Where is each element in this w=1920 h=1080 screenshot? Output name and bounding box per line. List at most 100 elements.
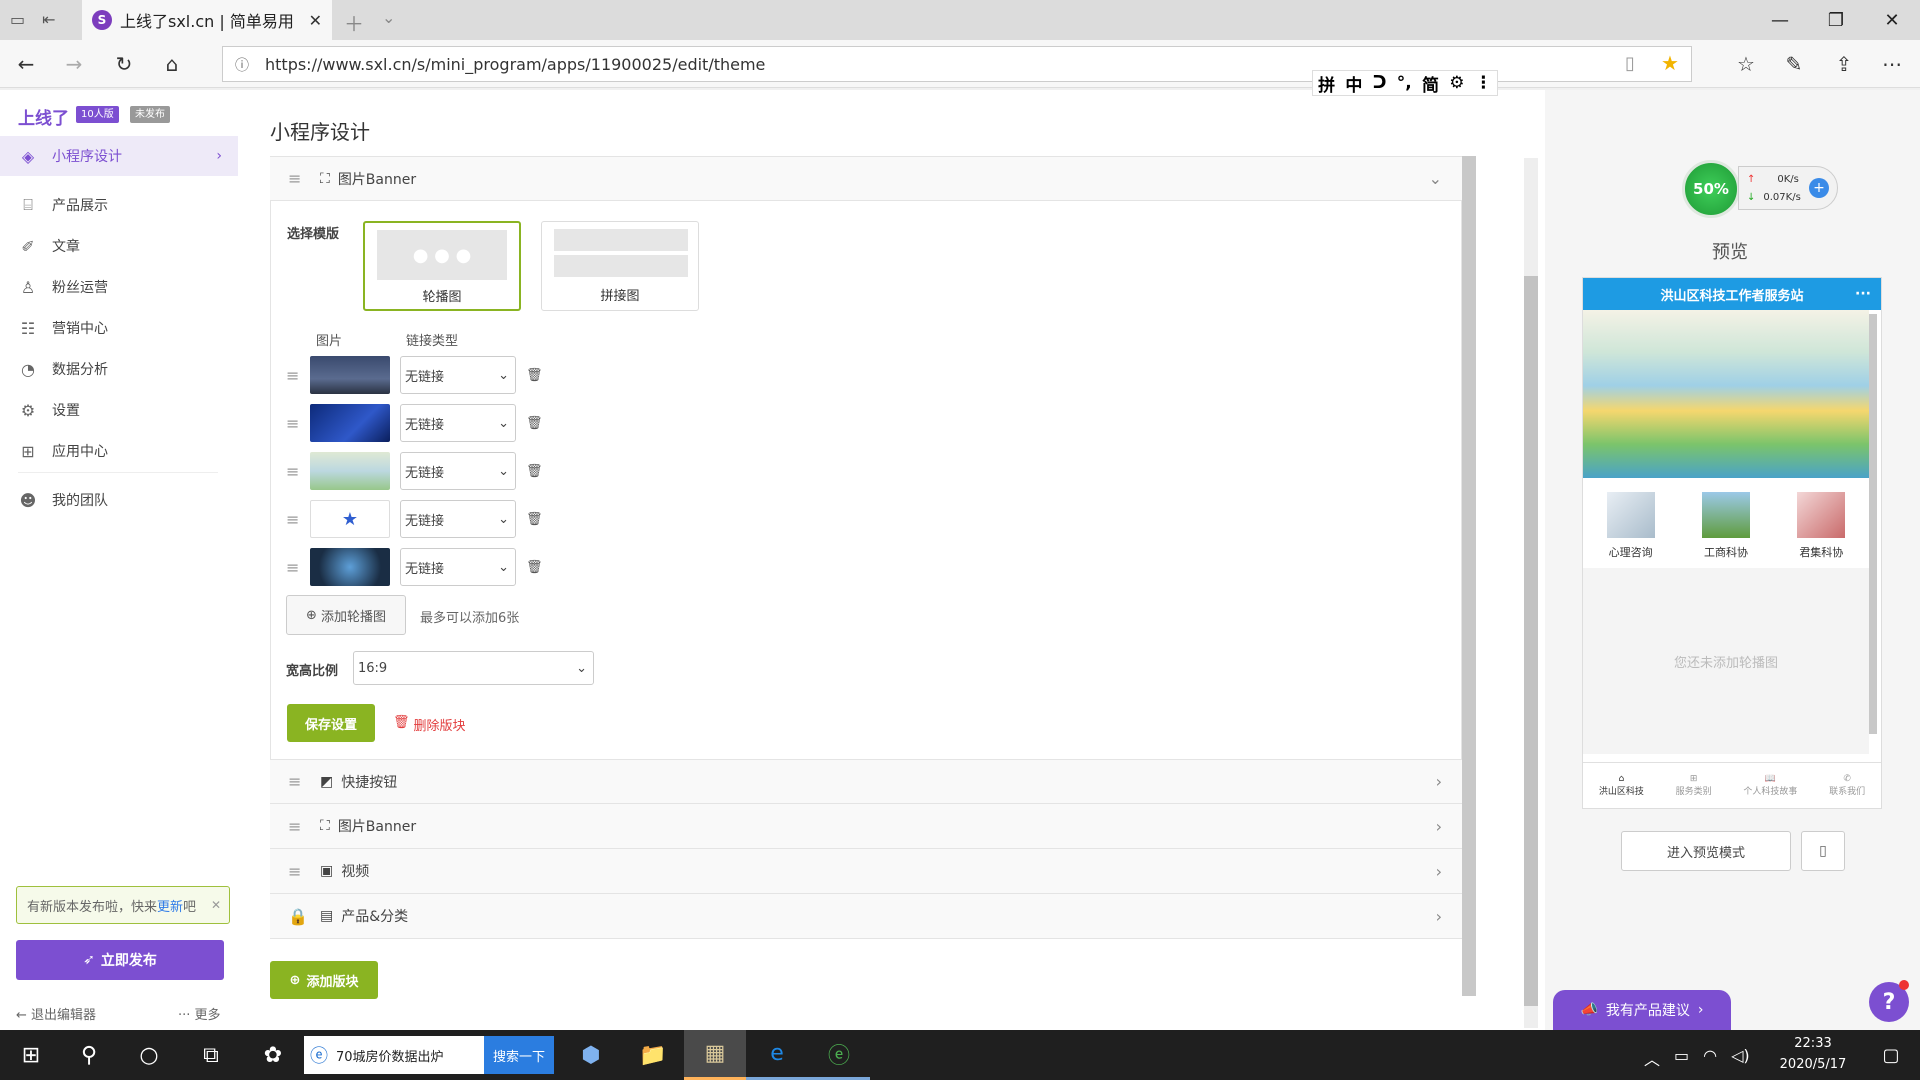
- link-type-select[interactable]: 无链接 ⌄: [400, 356, 516, 394]
- ime-button[interactable]: 中: [1345, 71, 1362, 96]
- update-link[interactable]: 更新: [157, 896, 183, 915]
- ime-button[interactable]: 简: [1422, 71, 1439, 96]
- drag-handle-icon[interactable]: ≡: [288, 772, 306, 791]
- tab-list-icon[interactable]: ⌄: [382, 8, 395, 27]
- close-notice-icon[interactable]: ✕: [211, 898, 221, 912]
- drag-handle-icon[interactable]: ≡: [286, 558, 300, 577]
- link-type-select[interactable]: 无链接 ⌄: [400, 404, 516, 442]
- template-carousel[interactable]: ● ● ● 轮播图: [363, 221, 521, 311]
- trash-icon[interactable]: 🗑: [526, 416, 543, 431]
- sidebar-item-marketing[interactable]: ☷ 营销中心: [0, 308, 238, 348]
- tab-actions-icon[interactable]: ▭: [10, 10, 25, 29]
- sidebar-item-apps[interactable]: ⊞ 应用中心: [0, 431, 238, 471]
- trash-icon[interactable]: 🗑: [526, 560, 543, 575]
- banner-thumbnail[interactable]: ★: [310, 500, 390, 538]
- banner-thumbnail[interactable]: [310, 548, 390, 586]
- drag-handle-icon[interactable]: ≡: [286, 414, 300, 433]
- close-window-icon[interactable]: ✕: [1864, 0, 1920, 40]
- phone-tab[interactable]: ⊞ 服务类别: [1676, 774, 1712, 797]
- browser-360-icon[interactable]: ⓔ: [808, 1030, 870, 1080]
- block-video[interactable]: ≡ ▣ 视频 ›: [270, 849, 1462, 894]
- mobile-qr-button[interactable]: ▯: [1801, 831, 1845, 871]
- block-quick-buttons[interactable]: ≡ ◩ 快捷按钮 ›: [270, 759, 1462, 804]
- cortana-icon[interactable]: ○: [118, 1030, 180, 1080]
- link-type-select[interactable]: 无链接 ⌄: [400, 500, 516, 538]
- speed-widget[interactable]: 50%: [1682, 160, 1740, 218]
- banner-thumbnail[interactable]: [310, 452, 390, 490]
- app-icon[interactable]: ⬢: [560, 1030, 622, 1080]
- page-scrollbar-thumb[interactable]: [1524, 276, 1538, 1006]
- enter-preview-button[interactable]: 进入预览模式: [1621, 831, 1791, 871]
- phone-banner-image[interactable]: [1583, 310, 1869, 478]
- notes-icon[interactable]: ✎: [1772, 40, 1816, 88]
- trash-icon[interactable]: 🗑: [526, 464, 543, 479]
- phone-scrollbar[interactable]: [1869, 314, 1877, 734]
- drag-handle-icon[interactable]: ≡: [288, 169, 306, 188]
- page-scrollbar-track[interactable]: [1524, 158, 1538, 1028]
- windows-start-icon[interactable]: ⊞: [0, 1030, 62, 1080]
- add-carousel-button[interactable]: ⊕ 添加轮播图: [286, 595, 406, 635]
- drag-handle-icon[interactable]: ≡: [288, 862, 306, 881]
- refresh-icon[interactable]: ↻: [102, 40, 146, 88]
- sidebar-item-team[interactable]: ☻ 我的团队: [0, 480, 238, 520]
- pinned-app-icon[interactable]: ✿: [242, 1030, 304, 1080]
- trash-icon[interactable]: 🗑: [526, 512, 543, 527]
- link-type-select[interactable]: 无链接 ⌄: [400, 452, 516, 490]
- clock[interactable]: 22:33 2020/5/17: [1778, 1033, 1848, 1075]
- phone-tab[interactable]: ✆ 联系我们: [1829, 774, 1865, 797]
- phone-tab[interactable]: 📖 个人科技故事: [1743, 774, 1797, 797]
- edge-icon[interactable]: e: [746, 1030, 808, 1080]
- sidebar-item-settings[interactable]: ⚙ 设置: [0, 390, 238, 430]
- favorites-icon[interactable]: ☆: [1724, 40, 1768, 88]
- add-block-button[interactable]: ⊕ 添加版块: [270, 961, 378, 999]
- battery-icon[interactable]: ▭: [1674, 1046, 1689, 1070]
- wifi-icon[interactable]: ◠: [1703, 1046, 1717, 1070]
- drag-handle-icon[interactable]: ≡: [286, 366, 300, 385]
- volume-icon[interactable]: ◁): [1731, 1046, 1750, 1070]
- share-icon[interactable]: ⇪: [1822, 40, 1866, 88]
- sidebar-item-design[interactable]: ◈ 小程序设计 ›: [0, 136, 238, 176]
- forward-icon[interactable]: →: [52, 40, 96, 88]
- app-logo[interactable]: 上线了: [18, 104, 69, 129]
- sidebar-item-fans[interactable]: ♙ 粉丝运营: [0, 267, 238, 307]
- banner-thumbnail[interactable]: [310, 356, 390, 394]
- more-dots-icon[interactable]: ···: [1855, 286, 1871, 302]
- quick-item[interactable]: 工商科协: [1701, 492, 1750, 560]
- search-icon[interactable]: ⚲: [58, 1030, 120, 1080]
- link-type-select[interactable]: 无链接 ⌄: [400, 548, 516, 586]
- exit-editor-link[interactable]: ← 退出编辑器: [16, 1004, 96, 1023]
- template-collage[interactable]: 拼接图: [541, 221, 699, 311]
- taskbar-search-button[interactable]: 搜索一下: [484, 1036, 554, 1074]
- back-icon[interactable]: ←: [4, 40, 48, 88]
- banner-thumbnail[interactable]: [310, 404, 390, 442]
- phone-tab[interactable]: ⌂ 洪山区科技: [1599, 774, 1644, 797]
- block-products[interactable]: 🔒 ▤ 产品&分类 ›: [270, 894, 1462, 939]
- drag-handle-icon[interactable]: ≡: [286, 510, 300, 529]
- trash-icon[interactable]: 🗑: [526, 368, 543, 383]
- new-tab-icon[interactable]: ＋: [344, 8, 364, 37]
- drag-handle-icon[interactable]: ≡: [286, 462, 300, 481]
- chevron-up-icon[interactable]: ︿: [1644, 1046, 1660, 1070]
- home-icon[interactable]: ⌂: [150, 40, 194, 88]
- ime-button[interactable]: °,: [1397, 73, 1412, 93]
- maximize-icon[interactable]: ❐: [1808, 0, 1864, 40]
- banner-panel-header[interactable]: ≡ ⛶ 图片Banner ⌄: [270, 156, 1462, 201]
- reading-view-icon[interactable]: ▯: [1625, 53, 1635, 74]
- set-aside-icon[interactable]: ⇤: [42, 10, 55, 29]
- delete-block-button[interactable]: 🗑 删除版块: [393, 715, 466, 734]
- block-image-banner[interactable]: ≡ ⛶ 图片Banner ›: [270, 804, 1462, 849]
- ime-button[interactable]: ⚙: [1449, 73, 1464, 93]
- save-settings-button[interactable]: 保存设置: [287, 704, 375, 742]
- task-view-icon[interactable]: ⧉: [180, 1030, 242, 1080]
- image-viewer-icon[interactable]: ▦: [684, 1030, 746, 1080]
- ratio-select[interactable]: 16:9 ⌄: [353, 651, 594, 685]
- sidebar-item-analytics[interactable]: ◔ 数据分析: [0, 349, 238, 389]
- quick-item[interactable]: 心理咨询: [1606, 492, 1655, 560]
- quick-item[interactable]: 君集科协: [1797, 492, 1846, 560]
- close-tab-icon[interactable]: ✕: [309, 11, 322, 30]
- favorite-star-icon[interactable]: ★: [1661, 51, 1679, 75]
- file-explorer-icon[interactable]: 📁: [622, 1030, 684, 1080]
- drag-handle-icon[interactable]: ≡: [288, 817, 306, 836]
- menu-icon[interactable]: ⋯: [1870, 40, 1914, 88]
- plus-icon[interactable]: +: [1809, 178, 1829, 198]
